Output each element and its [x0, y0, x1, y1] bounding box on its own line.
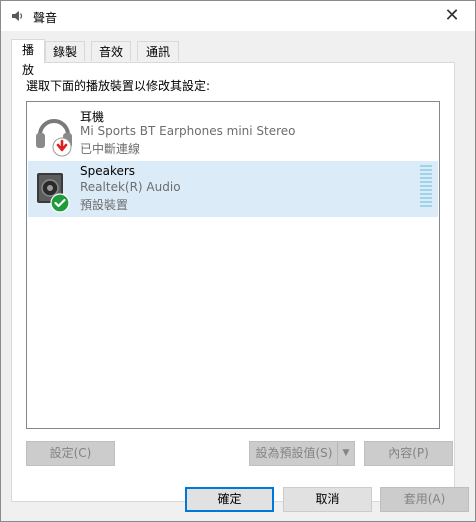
tab-recording[interactable]: 錄製 — [45, 41, 85, 61]
device-item-speakers[interactable]: Speakers Realtek(R) Audio 預設裝置 — [28, 161, 438, 217]
playback-panel: 選取下面的播放裝置以修改其設定: 耳機 Mi Sports BT Earphon… — [11, 62, 455, 502]
properties-button[interactable]: 內容(P) — [364, 441, 453, 466]
device-driver: Mi Sports BT Earphones mini Stereo — [80, 124, 296, 138]
cancel-button[interactable]: 取消 — [283, 487, 372, 512]
apply-button[interactable]: 套用(A) — [380, 487, 469, 512]
sound-dialog: 聲音 ✕ 播放 錄製 音效 通訊 選取下面的播放裝置以修改其設定: 耳機 Mi … — [0, 0, 476, 522]
set-default-label: 設為預設值(S) — [255, 446, 333, 460]
tab-communications[interactable]: 通訊 — [137, 41, 179, 61]
device-status: 已中斷連線 — [80, 142, 141, 156]
ok-button[interactable]: 確定 — [185, 487, 274, 512]
device-name: 耳機 — [80, 110, 105, 124]
speaker-volume-icon — [12, 11, 23, 21]
window-title: 聲音 — [33, 11, 58, 25]
speaker-icon — [37, 173, 70, 213]
tab-sounds[interactable]: 音效 — [91, 41, 131, 61]
device-driver: Realtek(R) Audio — [80, 180, 181, 194]
device-status: 預設裝置 — [80, 198, 129, 212]
disconnected-arrow-icon — [52, 137, 72, 157]
instruction-text: 選取下面的播放裝置以修改其設定: — [26, 79, 211, 93]
close-icon: ✕ — [444, 5, 460, 26]
device-item-headphones[interactable]: 耳機 Mi Sports BT Earphones mini Stereo 已中… — [28, 105, 438, 161]
title-bar: 聲音 ✕ — [1, 1, 475, 31]
device-name: Speakers — [80, 164, 136, 178]
close-button[interactable]: ✕ — [429, 1, 475, 31]
headphones-icon — [36, 119, 72, 157]
set-default-button[interactable]: 設為預設值(S) ▼ — [249, 441, 355, 466]
dialog-client: 播放 錄製 音效 通訊 選取下面的播放裝置以修改其設定: 耳機 Mi Sport… — [1, 31, 475, 521]
default-checkmark-icon — [50, 193, 70, 213]
volume-level-meter — [420, 165, 432, 207]
configure-button[interactable]: 設定(C) — [26, 441, 115, 466]
device-list[interactable]: 耳機 Mi Sports BT Earphones mini Stereo 已中… — [26, 101, 440, 429]
tab-playback[interactable]: 播放 — [11, 39, 45, 77]
chevron-down-icon[interactable]: ▼ — [337, 442, 354, 465]
